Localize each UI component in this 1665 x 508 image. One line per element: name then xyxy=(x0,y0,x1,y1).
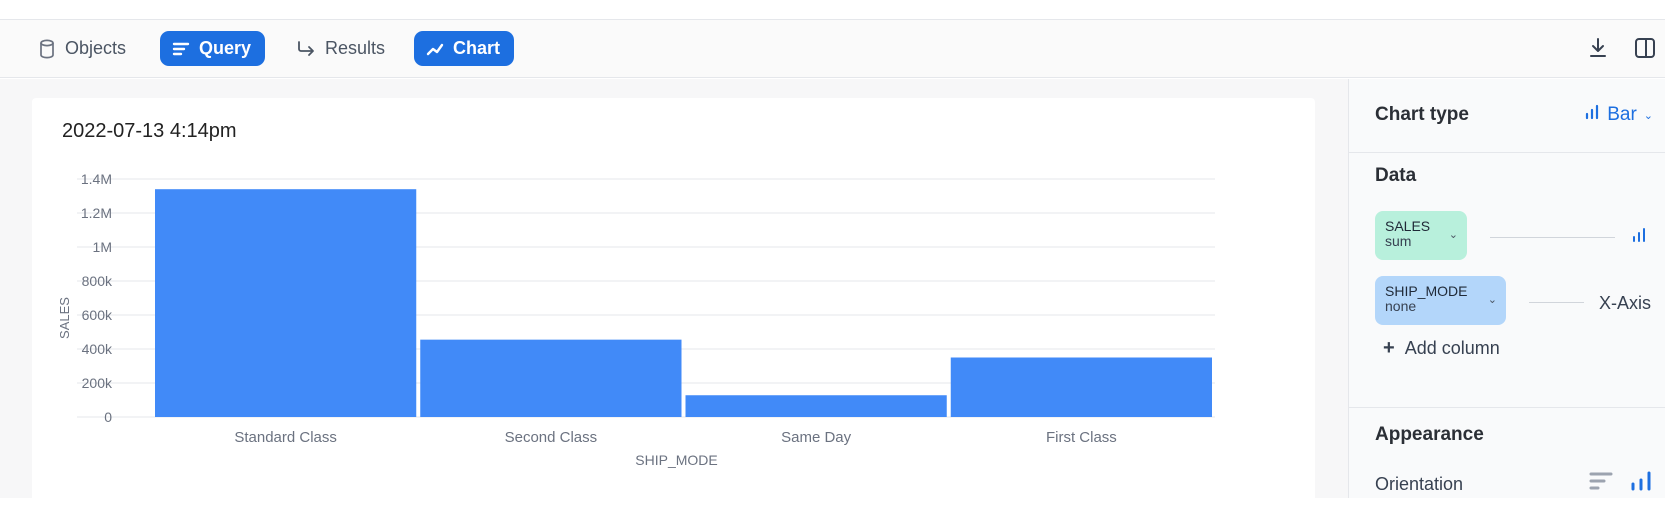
tab-results-label: Results xyxy=(325,38,386,58)
y-tick-label: 1.4M xyxy=(81,171,112,187)
x-tick-label: First Class xyxy=(1046,429,1117,446)
vertical-bars-icon[interactable] xyxy=(1629,471,1653,496)
plus-icon: + xyxy=(1383,337,1395,359)
tab-results[interactable]: Results xyxy=(284,31,399,66)
database-icon xyxy=(38,39,56,59)
divider xyxy=(1349,152,1665,153)
y-tick-label: 0 xyxy=(104,409,112,425)
y-tick-label: 600k xyxy=(82,307,113,323)
divider xyxy=(1349,407,1665,408)
bar xyxy=(420,339,682,417)
y-tick-label: 1M xyxy=(93,239,112,255)
orientation-label: Orientation xyxy=(1375,474,1464,494)
chart-type-heading: Chart type xyxy=(1375,104,1469,125)
appearance-heading: Appearance xyxy=(1375,424,1484,445)
tab-objects-label: Objects xyxy=(65,38,127,58)
chevron-down-icon: ⌄ xyxy=(1643,109,1653,122)
connector-line xyxy=(1529,302,1584,303)
add-column-button[interactable]: + Add column xyxy=(1383,337,1500,360)
x-axis-label: X-Axis xyxy=(1599,293,1652,313)
pill-title: SHIP_MODE xyxy=(1385,283,1468,299)
x-tick-label: Same Day xyxy=(781,429,852,446)
bar-chart-icon[interactable] xyxy=(1631,227,1647,248)
toolbar: Objects Query Results Chart xyxy=(0,20,1665,78)
top-strip xyxy=(0,0,1665,20)
x-tick-label: Second Class xyxy=(505,429,598,446)
x-tick-label: Standard Class xyxy=(234,429,337,446)
connector-line xyxy=(1490,237,1615,238)
tab-query[interactable]: Query xyxy=(160,31,266,66)
chart-canvas: 2022-07-13 4:14pm 0 200k 400k 600k 800k 1M 1.2… xyxy=(0,79,1348,508)
download-icon[interactable] xyxy=(1588,37,1608,64)
data-heading: Data xyxy=(1375,165,1417,186)
x-axis-title: SHIP_MODE xyxy=(635,452,717,468)
horizontal-bars-icon[interactable] xyxy=(1589,471,1613,496)
chart-type-value: Bar xyxy=(1607,104,1637,125)
bar-chart-icon xyxy=(1584,104,1600,126)
bar xyxy=(950,357,1212,417)
tab-objects[interactable]: Objects xyxy=(26,31,140,66)
pill-aggregation: none xyxy=(1385,298,1417,314)
chart-card: 2022-07-13 4:14pm 0 200k 400k 600k 800k 1M 1.2… xyxy=(32,98,1315,508)
bar xyxy=(155,189,417,417)
chevron-down-icon: ⌄ xyxy=(1487,294,1497,306)
chevron-down-icon: ⌄ xyxy=(1448,229,1458,241)
y-tick-label: 800k xyxy=(82,273,113,289)
y-tick-label: 400k xyxy=(82,341,113,357)
arrow-turn-icon xyxy=(296,40,316,58)
tab-chart[interactable]: Chart xyxy=(414,31,515,66)
chart-type-select[interactable]: Bar ⌄ xyxy=(1584,104,1653,126)
pill-title: SALES xyxy=(1385,218,1431,234)
settings-panel: Chart type Bar ⌄ Data SALES sum ⌄ SHIP_M… xyxy=(1348,79,1665,498)
bar xyxy=(685,395,947,417)
pill-aggregation: sum xyxy=(1385,233,1412,249)
bar-chart: 0 200k 400k 600k 800k 1M 1.2M 1.4M Standard Clas… xyxy=(57,171,1215,468)
split-panel-icon[interactable] xyxy=(1634,37,1656,64)
y-tick-label: 200k xyxy=(82,375,113,391)
ship-mode-dimension-pill[interactable]: SHIP_MODE none ⌄ xyxy=(1375,276,1506,325)
tab-query-label: Query xyxy=(199,38,252,58)
query-lines-icon xyxy=(172,41,190,57)
y-tick-label: 1.2M xyxy=(81,205,112,221)
sales-measure-pill[interactable]: SALES sum ⌄ xyxy=(1375,211,1467,260)
line-chart-icon xyxy=(426,41,444,57)
add-column-label: Add column xyxy=(1404,338,1500,358)
tab-chart-label: Chart xyxy=(453,38,501,58)
y-axis-title: SALES xyxy=(57,297,72,339)
